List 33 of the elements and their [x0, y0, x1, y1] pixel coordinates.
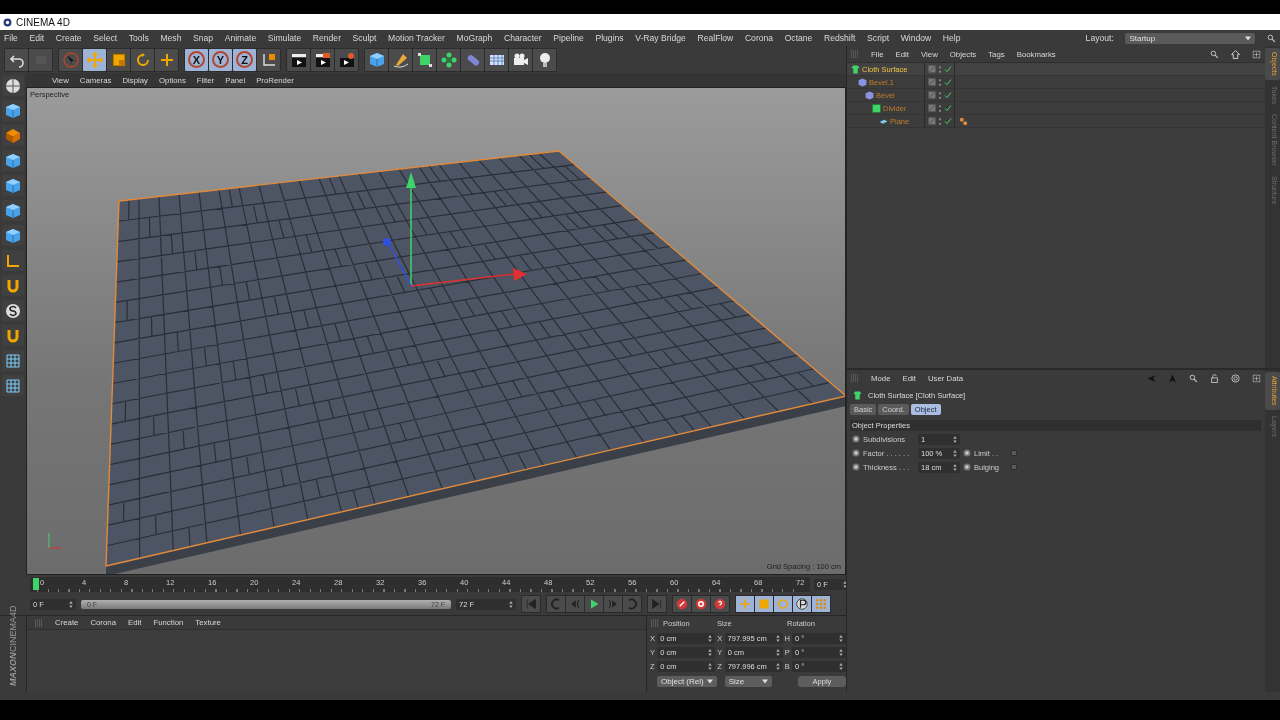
menu-item[interactable]: Character: [503, 33, 542, 43]
menu-item[interactable]: Octane: [784, 33, 813, 43]
menu-item[interactable]: MoGraph: [456, 33, 493, 43]
menu-item[interactable]: Snap: [193, 33, 214, 43]
menu-item[interactable]: Animate: [224, 33, 257, 43]
menu-item[interactable]: RealFlow: [697, 33, 734, 43]
size-mode-dropdown[interactable]: Size: [724, 676, 772, 687]
axis-lock-button[interactable]: Y: [209, 48, 232, 71]
menu-item[interactable]: Window: [900, 33, 932, 43]
axis-lock-button[interactable]: X: [185, 48, 208, 71]
axis-lock-button[interactable]: Z: [233, 48, 256, 71]
layout-dropdown[interactable]: Startup: [1125, 32, 1256, 44]
window-title: CINEMA 4D: [16, 16, 70, 28]
menu-item[interactable]: Plugins: [595, 33, 624, 43]
menu-item[interactable]: Pipeline: [553, 33, 584, 43]
menu-item[interactable]: Create: [55, 33, 82, 43]
brand-logo: MAXONCINEMA4D: [8, 606, 18, 686]
menu-item[interactable]: Redshift: [824, 33, 856, 43]
menu-item[interactable]: Tools: [128, 33, 149, 43]
menu-item[interactable]: Sculpt: [352, 33, 377, 43]
menu-item[interactable]: Mesh: [160, 33, 182, 43]
menu-item[interactable]: Edit: [29, 33, 45, 43]
menu-item[interactable]: Render: [312, 33, 341, 43]
menu-item[interactable]: File: [4, 33, 18, 43]
menu-item[interactable]: Corona: [744, 33, 774, 43]
menu-item[interactable]: Motion Tracker: [388, 33, 445, 43]
layout-label: Layout:: [1085, 33, 1114, 43]
mode-dropdown[interactable]: Object (Rel): [657, 676, 717, 687]
menu-item[interactable]: Simulate: [267, 33, 302, 43]
menu-item[interactable]: Script: [867, 33, 890, 43]
menu-item[interactable]: Select: [93, 33, 118, 43]
menu-item[interactable]: V-Ray Bridge: [635, 33, 686, 43]
menu-item[interactable]: Help: [942, 33, 961, 43]
